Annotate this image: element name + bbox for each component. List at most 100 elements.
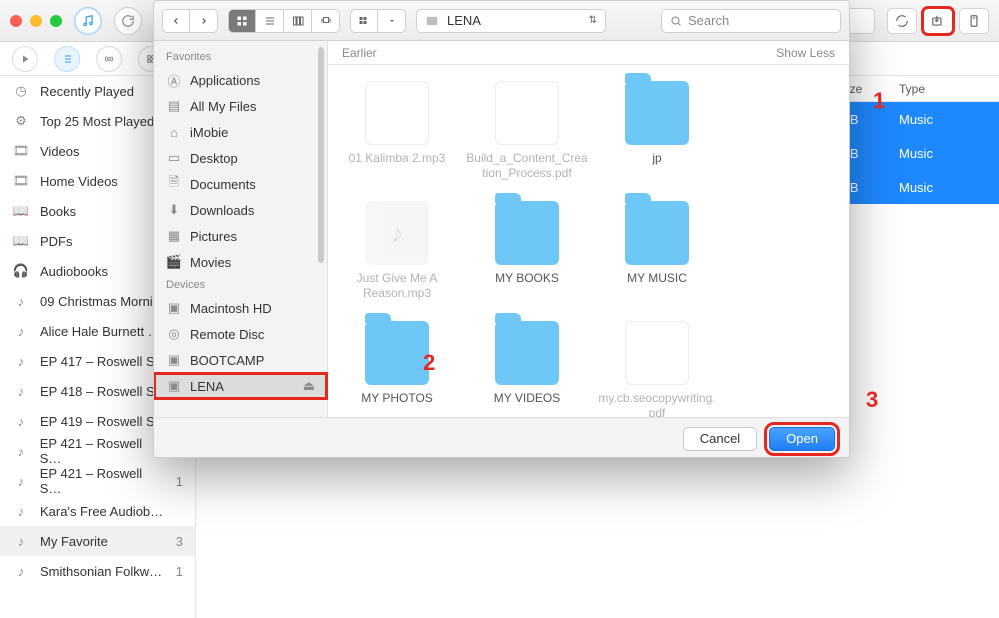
sidebar-item-label: Videos [40,144,80,159]
clock-icon: ◷ [12,83,30,99]
cell-type: Music [899,112,989,127]
app-window: Search ◷ Recently Played ⚙ Top 25 Most P… [0,0,999,618]
arrange-button[interactable] [350,9,378,33]
favorites-item[interactable]: ⌂iMobie [154,119,327,145]
file-tile[interactable]: MY BOOKS [462,195,592,315]
note-icon: ♪ [12,564,30,579]
favorites-label: Downloads [190,203,254,218]
show-less-link[interactable]: Show Less [776,46,835,60]
sidebar-item-label: Audiobooks [40,264,108,279]
sidebar-item-count: 3 [176,534,183,549]
sidebar-item-label: Home Videos [40,174,118,189]
section-header: Earlier Show Less [328,41,849,65]
view-coverflow[interactable] [312,9,340,33]
folder-icon [495,321,559,385]
sidebar-item[interactable]: ♪ Smithsonian Folkw… 1 [0,556,195,586]
file-label: Just Give Me A Reason.mp3 [336,271,458,301]
favorites-label: Applications [190,73,260,88]
sidebar-item-label: 09 Christmas Morni… [40,294,166,309]
col-type[interactable]: Type [899,82,989,96]
folder-icon [625,81,689,145]
maximize-icon[interactable] [50,15,62,27]
favorites-label: Desktop [190,151,238,166]
file-tile[interactable]: MY VIDEOS [462,315,592,417]
file-tile[interactable]: MY MUSIC [592,195,722,315]
view-segment [228,9,340,33]
import-button[interactable] [923,8,953,34]
folder-icon [625,201,689,265]
favorites-item[interactable]: ▦Pictures [154,223,327,249]
desktop-icon: ▭ [166,150,182,166]
sidebar-item-count: 1 [176,474,183,489]
scrollbar[interactable] [318,47,324,263]
sidebar-item-label: Alice Hale Burnett … [40,324,161,339]
list-icon[interactable] [54,46,80,72]
file-label: 01 Kalimba 2.mp3 [336,151,458,166]
music-icon[interactable] [74,7,102,35]
devices-item[interactable]: ▣Macintosh HD [154,295,327,321]
refresh-icon[interactable] [114,7,142,35]
file-tile[interactable]: Build_a_Content_Creation_Process.pdf [462,75,592,195]
close-icon[interactable] [10,15,22,27]
sidebar-item[interactable]: ♪ Kara's Free Audiob… [0,496,195,526]
sidebar-item[interactable]: ♪ My Favorite 3 [0,526,195,556]
dialog-search[interactable]: Search [661,9,841,33]
file-label: my.cb.seocopywriting.pdf [596,391,718,417]
file-tile[interactable]: my.cb.seocopywriting.pdf [592,315,722,417]
devices-item[interactable]: ◎Remote Disc [154,321,327,347]
favorites-item[interactable]: 🎬Movies [154,249,327,275]
cell-type: Music [899,180,989,195]
devices-label: BOOTCAMP [190,353,264,368]
file-icon [495,81,559,145]
file-icon [625,321,689,385]
disc-icon: ◎ [166,326,182,342]
view-columns[interactable] [284,9,312,33]
devices-item[interactable]: ▣BOOTCAMP [154,347,327,373]
toolbar-right [887,8,989,34]
note-icon: ♪ [12,414,30,429]
arrange-chevron-icon[interactable] [378,9,406,33]
refresh-button[interactable] [887,8,917,34]
file-tile[interactable]: MY PHOTOS [332,315,462,417]
devices-item[interactable]: ▣LENA⏏ [154,373,327,399]
favorites-item[interactable]: ⬇Downloads [154,197,327,223]
play-icon[interactable] [12,46,38,72]
sidebar-item-label: PDFs [40,234,73,249]
favorites-label: iMobie [190,125,228,140]
sidebar-item-label: Smithsonian Folkw… [40,564,162,579]
open-button[interactable]: Open [769,427,835,451]
favorites-item[interactable]: ⒶApplications [154,67,327,93]
forward-button[interactable] [190,9,218,33]
favorites-label: Pictures [190,229,237,244]
file-label: Build_a_Content_Creation_Process.pdf [466,151,588,181]
favorites-item[interactable]: ▤All My Files [154,93,327,119]
sidebar-item-label: EP 417 – Roswell S… [40,354,168,369]
minimize-icon[interactable] [30,15,42,27]
note-icon: ♪ [12,534,30,549]
location-popup[interactable]: LENA ⇅ [416,9,606,33]
sidebar-head-favorites: Favorites [154,47,327,67]
film-icon: 🎞 [12,143,30,159]
radio-icon[interactable] [96,46,122,72]
device-button[interactable] [959,8,989,34]
open-dialog: LENA ⇅ Search Favorites ⒶApplications▤Al… [153,0,850,458]
audio-icon: 🎧 [12,263,30,279]
devices-label: LENA [190,379,224,394]
cancel-button[interactable]: Cancel [683,427,757,451]
favorites-item[interactable]: 🗎Documents [154,171,327,197]
file-tile[interactable]: jp [592,75,722,195]
file-label: MY VIDEOS [466,391,588,406]
favorites-item[interactable]: ▭ Desktop [154,145,327,171]
folder-icon [365,321,429,385]
sidebar-item[interactable]: ♪ EP 421 – Roswell S… 1 [0,466,195,496]
file-tile[interactable]: ♪Just Give Me A Reason.mp3 [332,195,462,315]
eject-icon[interactable]: ⏏ [303,378,315,394]
note-icon: ♪ [12,444,30,459]
view-list[interactable] [256,9,284,33]
view-icons[interactable] [228,9,256,33]
sidebar-item-label: Top 25 Most Played [40,114,154,129]
gear-icon: ⚙ [12,113,30,129]
back-button[interactable] [162,9,190,33]
section-label: Earlier [342,46,377,60]
file-tile[interactable]: 01 Kalimba 2.mp3 [332,75,462,195]
